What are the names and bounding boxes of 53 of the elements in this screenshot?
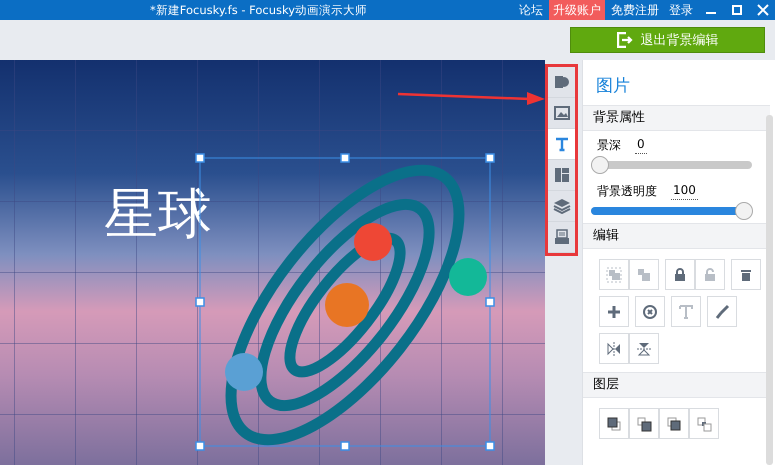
edit-tool-button[interactable]	[707, 296, 737, 327]
exit-icon	[616, 32, 632, 48]
layer-order-button[interactable]	[659, 408, 689, 439]
add-icon	[606, 304, 622, 320]
edit-tool-button[interactable]	[665, 259, 695, 290]
group-icon	[606, 266, 622, 282]
up-icon	[636, 416, 652, 432]
brush-icon	[714, 304, 730, 320]
slider-thumb[interactable]	[735, 202, 753, 220]
layers-icon	[552, 198, 570, 214]
tray-icon	[554, 229, 570, 245]
panel-title: 图片	[595, 75, 631, 98]
slider[interactable]	[591, 202, 752, 221]
reset-icon	[642, 304, 658, 320]
header-link[interactable]: 免费注册	[607, 0, 663, 20]
down-icon	[666, 416, 682, 432]
slider-label: 背景透明度	[597, 183, 657, 200]
slider-label: 景深	[597, 137, 621, 154]
slider-thumb[interactable]	[591, 156, 609, 174]
slider[interactable]	[591, 156, 752, 175]
shapes-icon	[554, 74, 570, 90]
layer-order-button[interactable]	[629, 408, 659, 439]
text-icon	[554, 136, 570, 152]
flip-h-icon	[606, 340, 622, 356]
edit-tool-button[interactable]	[629, 333, 659, 364]
header-link[interactable]: 登录	[665, 0, 697, 20]
slider-value[interactable]: 0	[635, 137, 647, 154]
ungroup-icon	[636, 266, 652, 282]
edit-tool-button[interactable]	[635, 296, 665, 327]
edit-tool-button[interactable]	[599, 333, 629, 364]
canvas-heading[interactable]: 星球	[104, 178, 212, 251]
edit-tool-button[interactable]	[731, 259, 761, 290]
top-icon	[606, 416, 622, 432]
planet-orbits-drawing[interactable]	[225, 165, 487, 445]
edit-tool-button[interactable]	[599, 296, 629, 327]
text-icon	[678, 304, 694, 320]
tool-strip-button[interactable]	[548, 129, 575, 160]
scrollbar[interactable]	[766, 115, 773, 465]
flip-v-icon	[636, 340, 652, 356]
section-header: 背景属性	[583, 105, 770, 131]
unlock-icon	[702, 266, 718, 282]
maximize-icon[interactable]	[731, 4, 743, 16]
image-icon	[554, 105, 570, 121]
header-link[interactable]: 论坛	[515, 0, 547, 20]
lock-icon	[672, 266, 688, 282]
layout-icon	[554, 167, 570, 183]
layer-order-button[interactable]	[599, 408, 629, 439]
slider-value[interactable]: 100	[671, 183, 698, 200]
window-title: *新建Focusky.fs - Focusky动画演示大师	[150, 2, 368, 18]
close-icon[interactable]	[757, 4, 769, 16]
exit-background-edit-button[interactable]: 退出背景编辑	[570, 27, 765, 53]
upgrade-link[interactable]: 升级账户	[549, 0, 605, 20]
bottom-icon	[696, 416, 712, 432]
